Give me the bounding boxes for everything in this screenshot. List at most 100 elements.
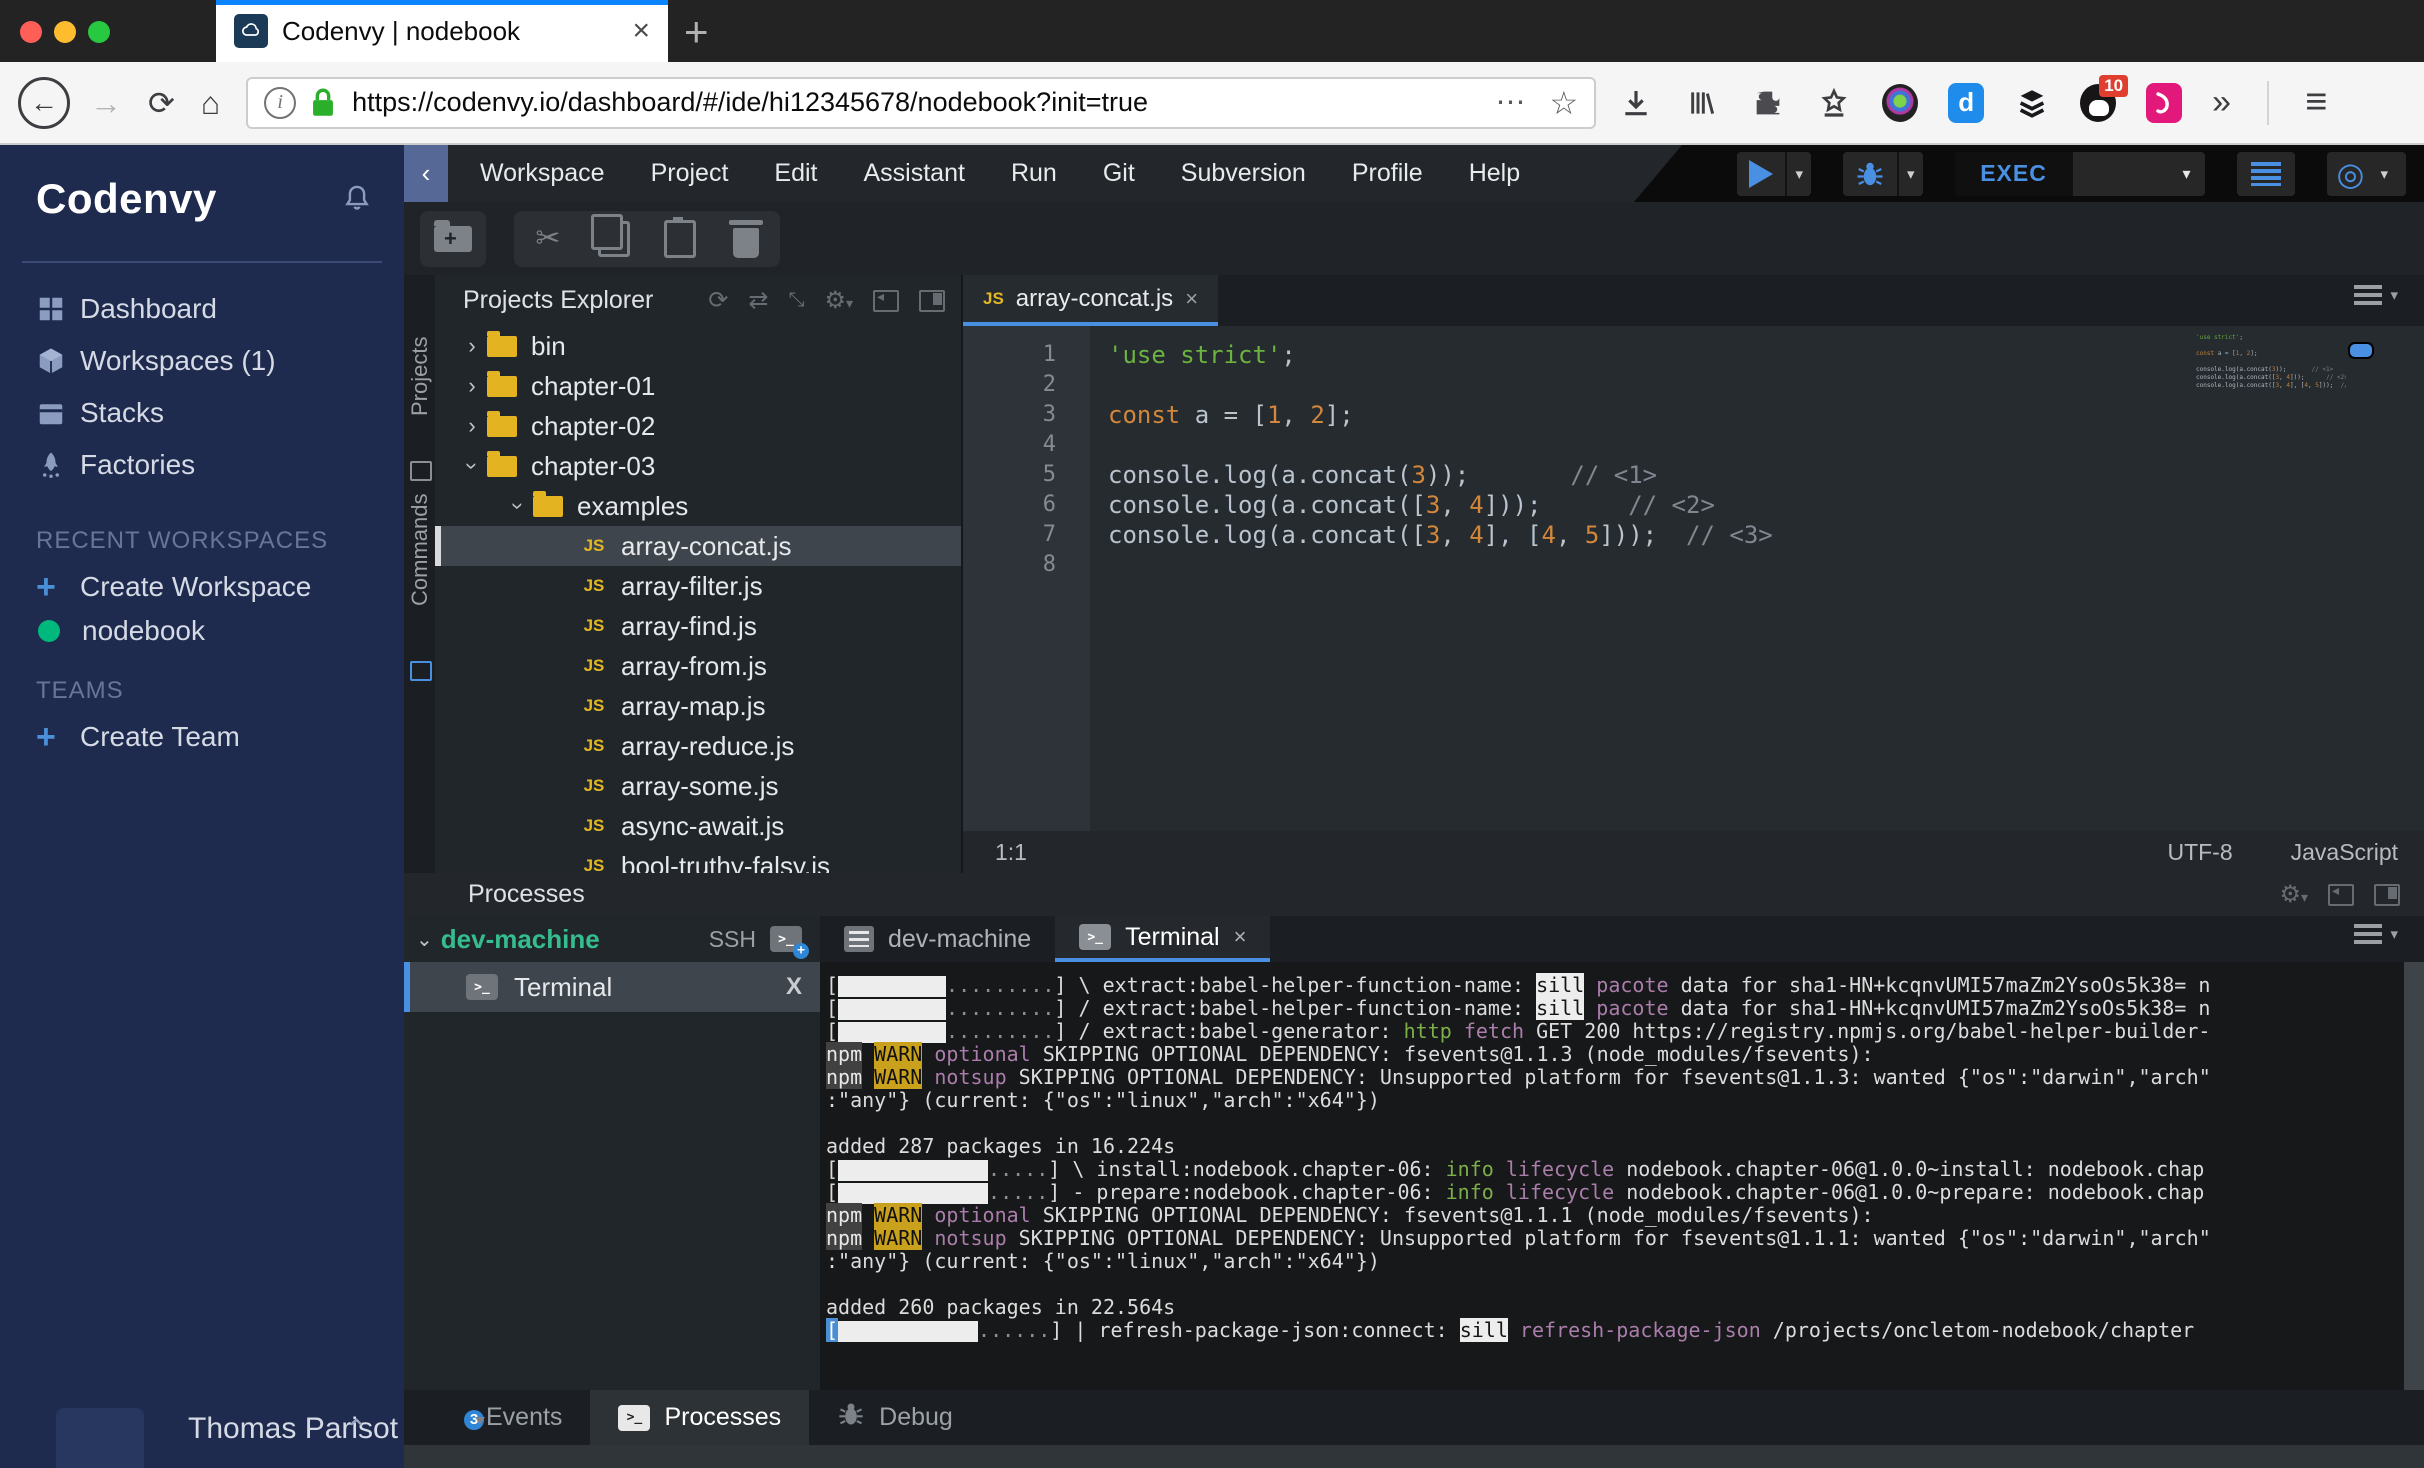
user-menu[interactable]: Thomas Parisot ⌃ bbox=[0, 1376, 404, 1468]
sidebar-item-stacks[interactable]: Stacks bbox=[0, 387, 404, 439]
library-icon[interactable] bbox=[1684, 85, 1720, 121]
terminal-scrollbar[interactable] bbox=[2404, 962, 2424, 1390]
browser-menu-icon[interactable]: ≡ bbox=[2305, 81, 2327, 124]
settings-gear-icon[interactable]: ⚙▾ bbox=[824, 286, 853, 315]
editor-body[interactable]: 12345678 'use strict'; const a = [1, 2];… bbox=[963, 326, 2424, 831]
link-with-editor-icon[interactable]: ⇄ bbox=[748, 286, 768, 315]
debug-caret-down-icon[interactable]: ▾ bbox=[1899, 165, 1923, 183]
camera-lens-icon[interactable] bbox=[1882, 85, 1918, 121]
paste-icon[interactable] bbox=[660, 219, 700, 259]
minimize-panel-icon[interactable] bbox=[2328, 884, 2354, 906]
chevron-right-icon[interactable]: › bbox=[457, 413, 487, 439]
processes-list-button[interactable] bbox=[2237, 152, 2295, 196]
reload-icon[interactable]: ⟳ bbox=[148, 87, 175, 119]
strip-label-projects[interactable]: Projects bbox=[407, 380, 433, 416]
bottom-tab-debug[interactable]: Debug bbox=[809, 1390, 981, 1445]
close-terminal-icon[interactable]: X bbox=[786, 973, 802, 1001]
copy-icon[interactable] bbox=[594, 219, 634, 259]
chevron-down-icon[interactable]: › bbox=[459, 451, 485, 481]
create-workspace-link[interactable]: + Create Workspace bbox=[0, 563, 404, 611]
page-info-icon[interactable]: i bbox=[264, 87, 296, 119]
exec-dropdown[interactable]: EXEC ▾ bbox=[1955, 152, 2205, 196]
sidebar-item-factories[interactable]: Factories bbox=[0, 439, 404, 491]
bottom-tab-events[interactable]: 3Events bbox=[444, 1390, 590, 1445]
editor-options-menu[interactable]: ▾ bbox=[2354, 285, 2398, 305]
pocket-star-icon[interactable] bbox=[1816, 85, 1852, 121]
menu-item-workspace[interactable]: Workspace bbox=[480, 159, 605, 188]
machine-row-dev-machine[interactable]: ⌄ dev-machine SSH >_+ bbox=[404, 916, 820, 962]
menu-item-edit[interactable]: Edit bbox=[774, 159, 817, 188]
tree-file-array-map-js[interactable]: JSarray-map.js bbox=[435, 686, 961, 726]
back-icon[interactable]: ← bbox=[18, 77, 70, 129]
close-window-button[interactable] bbox=[20, 21, 42, 43]
chevron-down-icon[interactable]: ⌄ bbox=[416, 927, 433, 952]
page-actions-icon[interactable]: ⋯ bbox=[1495, 85, 1527, 120]
target-button[interactable]: ◎ ▾ bbox=[2327, 152, 2406, 196]
editor-tab-close-icon[interactable]: × bbox=[1185, 286, 1198, 312]
terminal-options-menu[interactable]: ▾ bbox=[2354, 924, 2398, 944]
new-tab-button[interactable]: + bbox=[684, 8, 709, 56]
menu-item-git[interactable]: Git bbox=[1103, 159, 1135, 188]
maximize-panel-icon[interactable] bbox=[2374, 884, 2400, 906]
encoding-label[interactable]: UTF-8 bbox=[2167, 839, 2232, 866]
tab-terminal[interactable]: >_ Terminal × bbox=[1055, 916, 1270, 962]
tree-file-array-from-js[interactable]: JSarray-from.js bbox=[435, 646, 961, 686]
projects-panel-icon[interactable] bbox=[410, 461, 432, 481]
run-caret-down-icon[interactable]: ▾ bbox=[1787, 165, 1811, 183]
chevron-right-icon[interactable]: › bbox=[457, 333, 487, 359]
maximize-panel-icon[interactable] bbox=[919, 290, 945, 312]
overflow-chevron-icon[interactable]: » bbox=[2212, 83, 2231, 122]
download-icon[interactable] bbox=[1618, 85, 1654, 121]
run-button[interactable]: ▾ bbox=[1737, 152, 1811, 196]
extensions-puzzle-icon[interactable] bbox=[1750, 85, 1786, 121]
tree-file-async-await-js[interactable]: JSasync-await.js bbox=[435, 806, 961, 846]
zoom-window-button[interactable] bbox=[88, 21, 110, 43]
menu-item-subversion[interactable]: Subversion bbox=[1181, 159, 1306, 188]
tree-file-array-filter-js[interactable]: JSarray-filter.js bbox=[435, 566, 961, 606]
settings-gear-icon[interactable]: ⚙▾ bbox=[2279, 880, 2308, 909]
chevron-down-icon[interactable]: › bbox=[505, 491, 531, 521]
url-bar[interactable]: i https://codenvy.io/dashboard/#/ide/hi1… bbox=[246, 77, 1596, 129]
commands-panel-icon[interactable] bbox=[410, 661, 432, 681]
menu-item-project[interactable]: Project bbox=[651, 159, 729, 188]
tab-dev-machine[interactable]: dev-machine bbox=[820, 916, 1055, 962]
tree-folder-chapter-02[interactable]: ›chapter-02 bbox=[435, 406, 961, 446]
blue-d-app-icon[interactable]: d bbox=[1948, 85, 1984, 121]
tree-file-array-some-js[interactable]: JSarray-some.js bbox=[435, 766, 961, 806]
target-caret-down-icon[interactable]: ▾ bbox=[2372, 165, 2396, 183]
new-terminal-icon[interactable]: >_+ bbox=[770, 926, 802, 952]
debug-button[interactable]: ▾ bbox=[1843, 152, 1923, 196]
collapse-sidebar-button[interactable]: ‹ bbox=[404, 145, 448, 202]
menu-item-run[interactable]: Run bbox=[1011, 159, 1057, 188]
pink-app-icon[interactable] bbox=[2146, 85, 2182, 121]
new-project-button[interactable]: + bbox=[420, 211, 486, 267]
refresh-icon[interactable]: ⟳ bbox=[708, 286, 728, 315]
layers-icon[interactable] bbox=[2014, 85, 2050, 121]
browser-tab[interactable]: Codenvy | nodebook × bbox=[216, 0, 668, 62]
chevron-right-icon[interactable]: › bbox=[457, 373, 487, 399]
menu-item-help[interactable]: Help bbox=[1469, 159, 1520, 188]
menu-item-profile[interactable]: Profile bbox=[1352, 159, 1423, 188]
language-label[interactable]: JavaScript bbox=[2291, 839, 2398, 866]
editor-scroll-marker[interactable] bbox=[2348, 342, 2374, 359]
minimize-window-button[interactable] bbox=[54, 21, 76, 43]
terminal-output[interactable]: [.........] \ extract:babel-helper-funct… bbox=[820, 962, 2424, 1390]
delete-icon[interactable] bbox=[726, 219, 766, 259]
tree-folder-bin[interactable]: ›bin bbox=[435, 326, 961, 366]
tree-folder-examples[interactable]: ›examples bbox=[435, 486, 961, 526]
workspace-item-nodebook[interactable]: nodebook bbox=[0, 607, 404, 655]
github-icon[interactable]: 10 bbox=[2080, 85, 2116, 121]
tab-close-icon[interactable]: × bbox=[632, 14, 650, 48]
terminal-list-item[interactable]: >_ Terminal X bbox=[404, 962, 820, 1012]
tab-close-icon[interactable]: × bbox=[1234, 924, 1247, 950]
tree-file-array-concat-js[interactable]: JSarray-concat.js bbox=[435, 526, 961, 566]
minimize-panel-icon[interactable] bbox=[873, 290, 899, 312]
forward-icon[interactable]: → bbox=[90, 87, 122, 119]
home-icon[interactable]: ⌂ bbox=[201, 87, 220, 119]
tree-file-bool-truthy-falsy-js[interactable]: JSbool-truthy-falsy.js bbox=[435, 846, 961, 873]
tree-file-array-find-js[interactable]: JSarray-find.js bbox=[435, 606, 961, 646]
bookmark-star-icon[interactable]: ☆ bbox=[1549, 84, 1578, 122]
create-team-link[interactable]: + Create Team bbox=[0, 713, 404, 761]
sidebar-item-workspaces-1-[interactable]: Workspaces (1) bbox=[0, 335, 404, 387]
notifications-bell-icon[interactable] bbox=[340, 181, 374, 217]
